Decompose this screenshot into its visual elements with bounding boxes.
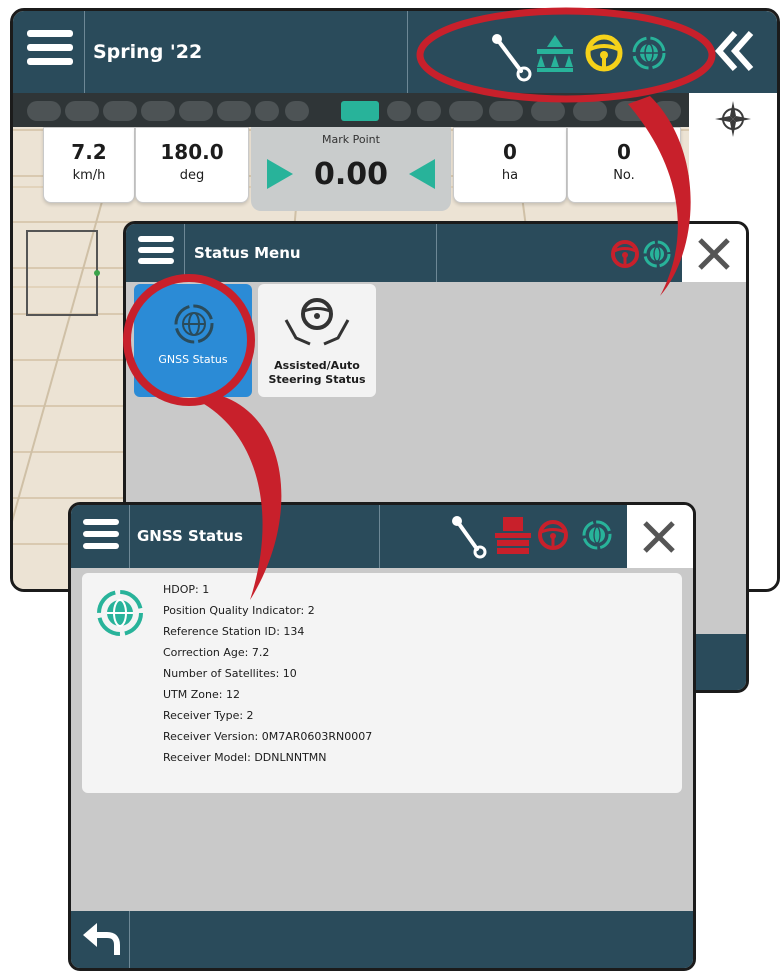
section-segment [141,101,175,121]
count-unit: No. [613,168,635,183]
status-menu-title: Status Menu [194,244,301,262]
section-segment [285,101,309,121]
tile-label-line: Assisted/Auto [274,359,360,372]
gnss-icon [174,304,214,344]
correction-age-line: Correction Age: 7.2 [163,646,270,659]
section-segment [179,101,213,121]
menu-button[interactable] [138,236,174,268]
close-icon [643,521,675,553]
sprayer-icon[interactable] [533,33,577,77]
gnss-icon [97,590,143,636]
section-segment [65,101,99,121]
heading-unit: deg [179,168,205,183]
gnss-icon[interactable] [631,35,667,71]
double-chevron-left-icon [714,31,754,71]
divider [129,911,130,968]
close-icon [698,238,730,270]
job-title: Spring '22 [93,41,203,63]
steering-wheel-icon[interactable] [537,519,569,551]
tile-label: GNSS Status [158,353,228,366]
utm-zone-line: UTM Zone: 12 [163,688,240,701]
section-segment [27,101,61,121]
area-readout[interactable]: 0 ha [453,127,567,203]
heading-value: 180.0 [160,140,224,164]
sprayer-icon[interactable] [493,515,533,559]
receiver-type-line: Receiver Type: 2 [163,709,254,722]
reference-station-line: Reference Station ID: 134 [163,625,305,638]
boom-icon[interactable] [451,515,491,561]
section-segment [417,101,441,121]
receiver-model-line: Receiver Model: DDNLNNTMN [163,751,327,764]
gnss-status-title: GNSS Status [137,527,243,545]
heading-readout[interactable]: 180.0 deg [135,127,249,203]
close-button[interactable] [682,224,746,282]
hdop-line: HDOP: 1 [163,583,210,596]
menu-button[interactable] [27,30,73,74]
mark-point-label: Mark Point [322,133,380,146]
gnss-icon[interactable] [581,519,613,551]
assisted-steering-icon [284,298,350,346]
divider [129,505,130,568]
count-readout[interactable]: 0 No. [567,127,681,203]
divider [184,224,185,282]
top-bar: Spring '22 [13,11,689,93]
section-segment [531,101,565,121]
speed-unit: km/h [72,168,106,183]
section-segment [653,101,681,121]
gnss-icon[interactable] [642,239,672,269]
section-segment [489,101,523,121]
divider [379,505,380,568]
back-button[interactable] [71,911,129,968]
arrow-left-icon [409,159,435,189]
divider [407,11,408,93]
section-segment [255,101,279,121]
section-segment [387,101,411,121]
close-button[interactable] [627,505,693,568]
speed-value: 7.2 [71,140,107,164]
collapse-button[interactable] [689,11,777,93]
tile-label-line: Steering Status [268,373,366,386]
section-segment [573,101,607,121]
section-segment [217,101,251,121]
tile-label: Assisted/Auto Steering Status [258,359,376,387]
count-value: 0 [617,140,631,164]
divider [436,224,437,282]
gnss-status-footer [71,911,693,968]
section-segment [103,101,137,121]
section-segment [449,101,483,121]
section-segment-active [341,101,379,121]
section-segment [615,101,649,121]
compass-icon[interactable] [715,101,751,137]
section-progress-bar [13,93,689,127]
area-unit: ha [501,168,519,183]
gnss-status-screen: GNSS Status HDOP: 1 Position Quality Ind… [68,502,696,971]
boom-icon[interactable] [491,33,535,83]
position-quality-line: Position Quality Indicator: 2 [163,604,315,617]
status-menu-bar: Status Menu [126,224,682,282]
area-value: 0 [503,140,517,164]
satellites-line: Number of Satellites: 10 [163,667,297,680]
tile-gnss-status[interactable]: GNSS Status [134,284,252,397]
menu-button[interactable] [83,519,119,553]
tile-assisted-steering-status[interactable]: Assisted/Auto Steering Status [258,284,376,397]
receiver-version-line: Receiver Version: 0M7AR0603RN0007 [163,730,373,743]
divider [84,11,85,93]
gnss-status-bar: GNSS Status [71,505,627,568]
back-arrow-icon [83,923,120,955]
mark-point-readout[interactable]: Mark Point 0.00 [251,127,451,211]
gnss-info-panel: HDOP: 1 Position Quality Indicator: 2 Re… [82,573,682,793]
gnss-info-list: HDOP: 1 Position Quality Indicator: 2 Re… [163,579,372,768]
speed-readout[interactable]: 7.2 km/h [43,127,135,203]
steering-wheel-icon[interactable] [610,239,640,269]
steering-wheel-icon[interactable] [584,33,624,73]
